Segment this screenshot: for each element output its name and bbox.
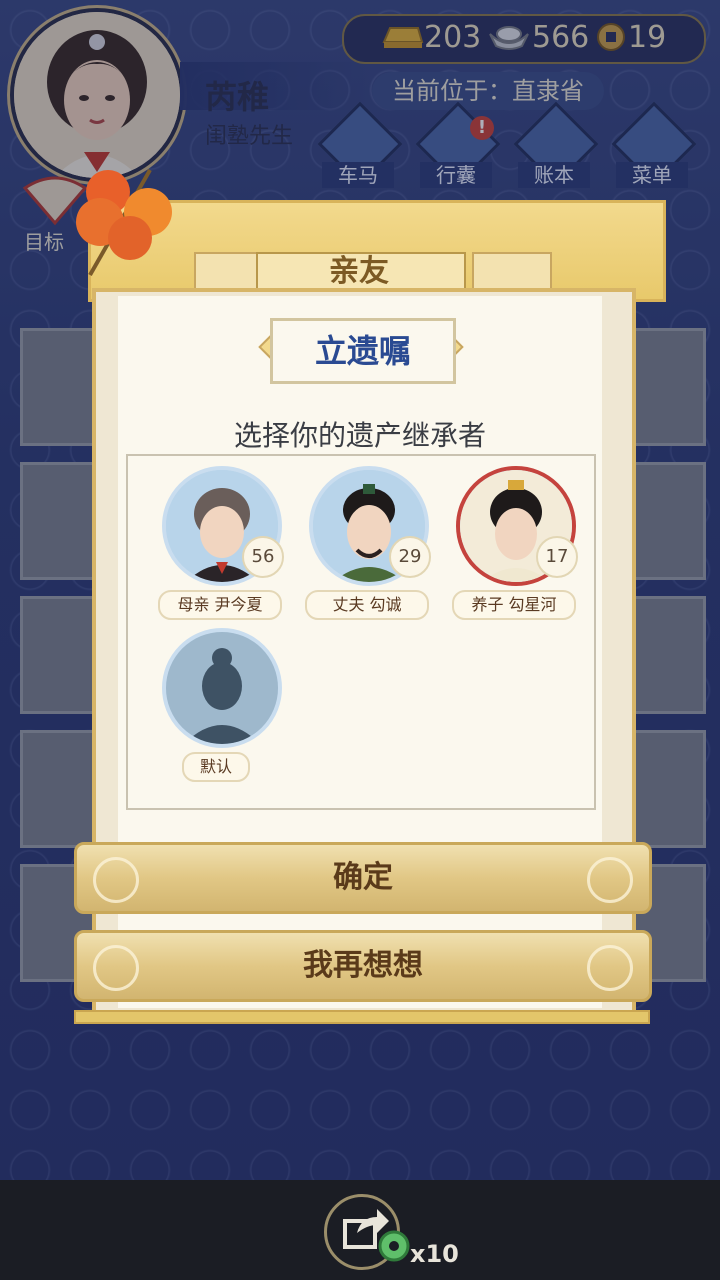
silhouette-icon bbox=[166, 632, 278, 744]
reward-count: x10 bbox=[410, 1240, 459, 1268]
fruit-decoration-icon bbox=[76, 169, 172, 276]
reconsider-button[interactable]: 我再想想 bbox=[74, 930, 652, 1002]
confirm-button[interactable]: 确定 bbox=[74, 842, 652, 914]
heir-label: 丈夫 勾诚 bbox=[305, 590, 429, 620]
dialog-base bbox=[74, 1010, 650, 1024]
heir-age: 17 bbox=[536, 536, 578, 578]
heir-age: 29 bbox=[389, 536, 431, 578]
confirm-label: 确定 bbox=[333, 860, 393, 895]
heir-avatar bbox=[162, 628, 282, 748]
heir-label: 养子 勾星河 bbox=[452, 590, 576, 620]
jade-reward-icon bbox=[378, 1230, 410, 1262]
swirl-ornament-icon bbox=[587, 857, 633, 903]
reconsider-label: 我再想想 bbox=[303, 948, 423, 983]
will-title: 立遗嘱 bbox=[270, 318, 456, 384]
swirl-ornament-icon bbox=[93, 945, 139, 991]
friends-tab-title: 亲友 bbox=[329, 254, 389, 289]
heir-prompt: 选择你的遗产继承者 bbox=[233, 419, 486, 452]
heir-label: 默认 bbox=[182, 752, 250, 782]
swirl-ornament-icon bbox=[587, 945, 633, 991]
heir-age: 56 bbox=[242, 536, 284, 578]
swirl-ornament-icon bbox=[93, 857, 139, 903]
heir-label: 母亲 尹今夏 bbox=[158, 590, 282, 620]
